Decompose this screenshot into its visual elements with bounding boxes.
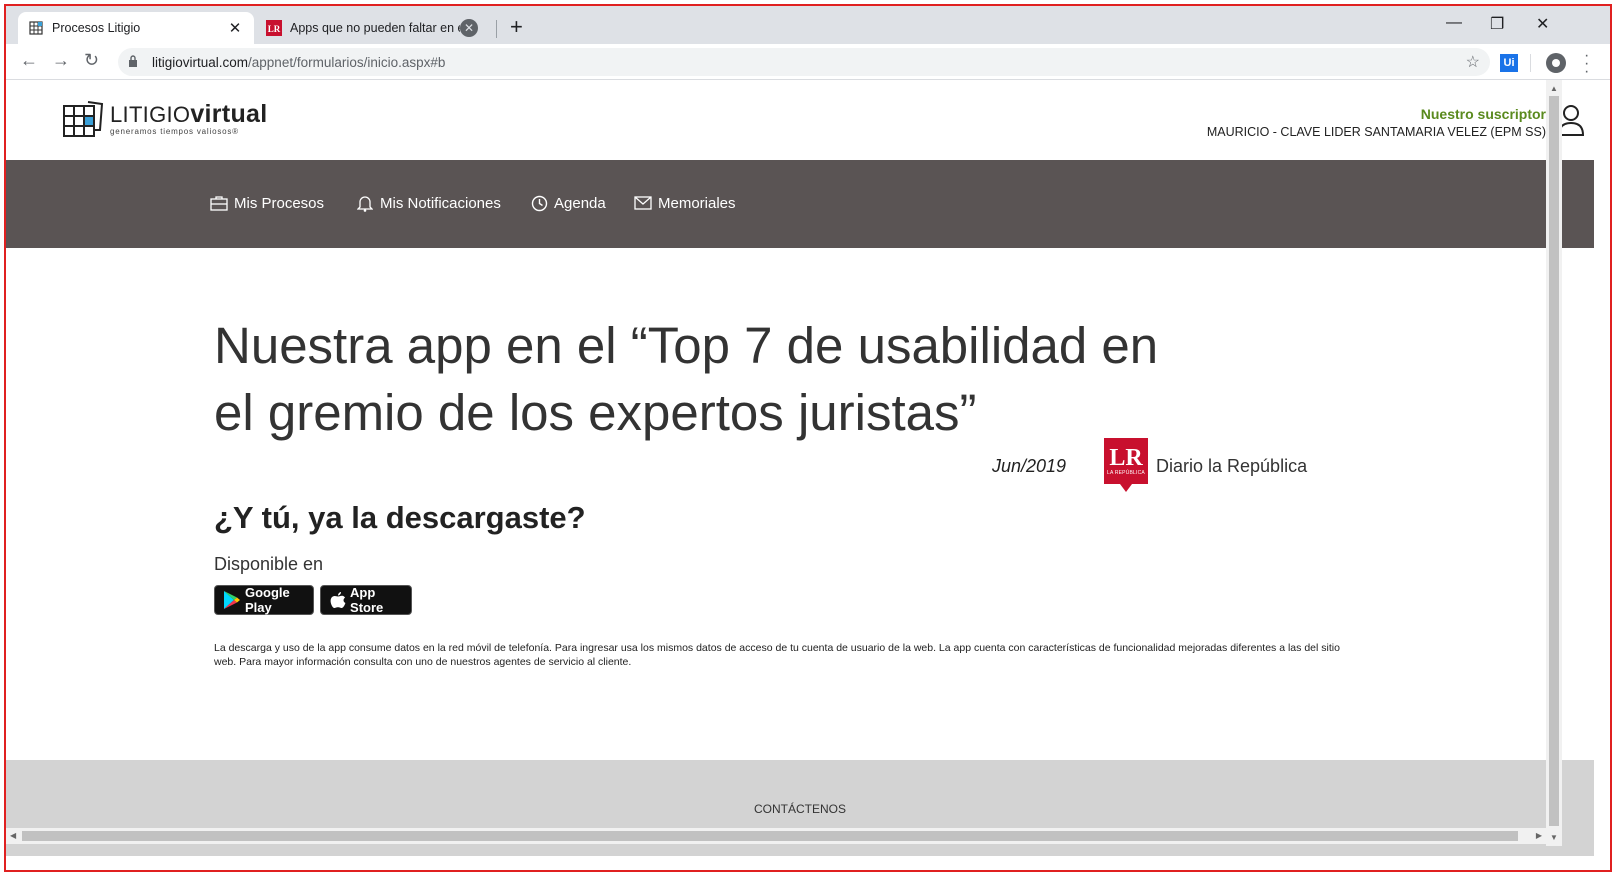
apple-icon	[329, 590, 346, 610]
press-date: Jun/2019	[992, 456, 1067, 476]
nav-mis-notificaciones[interactable]: Mis Notificaciones	[356, 194, 501, 212]
logo-name-light: LITIGIO	[110, 102, 191, 127]
browser-menu-icon[interactable]: · · ·	[1584, 48, 1589, 80]
store-label: App Store	[350, 585, 384, 615]
uipath-extension-icon[interactable]: Ui	[1500, 54, 1518, 72]
url-host: litigiovirtual.com	[152, 54, 249, 70]
google-play-button[interactable]: Google Play	[214, 585, 314, 615]
lr-logo-tail	[1120, 484, 1132, 492]
subscriber-title: Nuestro suscriptor	[1420, 106, 1546, 122]
tab-separator	[496, 20, 497, 38]
page-viewport: LITIGIOvirtual generamos tiempos valioso…	[6, 80, 1594, 856]
nav-agenda[interactable]: Agenda	[530, 194, 606, 212]
new-tab-button[interactable]: +	[510, 16, 523, 38]
lr-logo-subtext: LA REPÚBLICA	[1107, 470, 1145, 476]
main-nav: Mis Procesos Mis Notificaciones Agenda M…	[6, 160, 1594, 248]
logo-name-bold: virtual	[190, 100, 268, 128]
site-logo[interactable]: LITIGIOvirtual generamos tiempos valioso…	[62, 100, 267, 140]
browser-toolbar: ← → ↻ litigiovirtual.com/appnet/formular…	[6, 44, 1610, 80]
lock-icon	[128, 55, 142, 69]
horizontal-scroll-thumb[interactable]	[22, 831, 1518, 841]
briefcase-icon	[210, 194, 228, 212]
scroll-left-icon[interactable]: ◀	[10, 831, 16, 840]
profile-avatar-icon[interactable]	[1546, 53, 1566, 73]
tab-label: Apps que no pueden faltar en el	[290, 21, 460, 35]
google-play-icon	[223, 590, 241, 610]
tab-label: Procesos Litigio	[52, 21, 141, 35]
close-tab-icon[interactable]: ✕	[460, 19, 478, 37]
scroll-right-icon[interactable]: ▶	[1536, 831, 1542, 840]
horizontal-scrollbar[interactable]: ◀ ▶	[6, 828, 1546, 844]
vertical-scrollbar[interactable]: ▲ ▼	[1546, 80, 1562, 846]
bell-icon	[356, 194, 374, 212]
hero-title: Nuestra app en el “Top 7 de usabilidad e…	[214, 317, 1159, 441]
minimize-icon[interactable]: —	[1446, 14, 1462, 32]
subscriber-name: MAURICIO - CLAVE LIDER SANTAMARIA VELEZ …	[1206, 125, 1546, 139]
forward-arrow-icon[interactable]: →	[52, 50, 70, 71]
address-bar[interactable]: litigiovirtual.com/appnet/formularios/in…	[118, 48, 1490, 76]
tab-bar: Procesos Litigio ✕ LR Apps que no pueden…	[6, 6, 1610, 44]
browser-window: Procesos Litigio ✕ LR Apps que no pueden…	[4, 4, 1612, 872]
reload-icon[interactable]: ↻	[84, 50, 99, 71]
nav-label: Mis Notificaciones	[380, 194, 501, 212]
download-cta: ¿Y tú, ya la descargaste?	[214, 500, 586, 535]
disclaimer-text: La descarga y uso de la app consume dato…	[214, 642, 1340, 668]
tab-apps-la-republica[interactable]: LR Apps que no pueden faltar en el ✕	[256, 12, 488, 44]
nav-memoriales[interactable]: Memoriales	[634, 194, 736, 212]
available-label: Disponible en	[214, 554, 324, 574]
bookmark-star-icon[interactable]: ☆	[1466, 52, 1480, 72]
la-republica-logo: LR LA REPÚBLICA	[1104, 438, 1148, 484]
url-path: /appnet/formularios/inicio.aspx#b	[248, 54, 446, 70]
window-close-icon[interactable]: ✕	[1536, 14, 1549, 34]
nav-label: Agenda	[554, 194, 606, 212]
scroll-up-icon[interactable]: ▲	[1550, 84, 1558, 93]
contact-link[interactable]: CONTÁCTENOS	[6, 802, 1594, 816]
grid-logo-icon	[28, 20, 44, 36]
back-arrow-icon[interactable]: ←	[20, 50, 38, 71]
restore-icon[interactable]: ❐	[1490, 14, 1504, 34]
close-tab-icon[interactable]: ✕	[226, 19, 244, 37]
scroll-down-icon[interactable]: ▼	[1550, 833, 1558, 842]
logo-grid-icon	[62, 100, 106, 140]
site-header: LITIGIOvirtual generamos tiempos valioso…	[6, 80, 1594, 160]
lr-icon: LR	[266, 20, 282, 36]
nav-mis-procesos[interactable]: Mis Procesos	[210, 194, 324, 212]
subscriber-info: Nuestro suscriptor MAURICIO - CLAVE LIDE…	[1207, 106, 1546, 139]
envelope-icon	[634, 194, 652, 212]
nav-label: Mis Procesos	[234, 194, 325, 212]
vertical-scroll-thumb[interactable]	[1549, 96, 1559, 826]
toolbar-divider	[1530, 54, 1531, 72]
clock-icon	[530, 194, 548, 212]
lr-logo-text: LR	[1109, 445, 1143, 471]
nav-label: Memoriales	[658, 194, 736, 212]
svg-text:LR: LR	[268, 24, 281, 34]
tab-procesos-litigio[interactable]: Procesos Litigio ✕	[18, 12, 254, 44]
app-store-button[interactable]: App Store	[320, 585, 412, 615]
press-source: Diario la República	[1156, 456, 1308, 476]
store-label: Google Play	[245, 585, 290, 615]
